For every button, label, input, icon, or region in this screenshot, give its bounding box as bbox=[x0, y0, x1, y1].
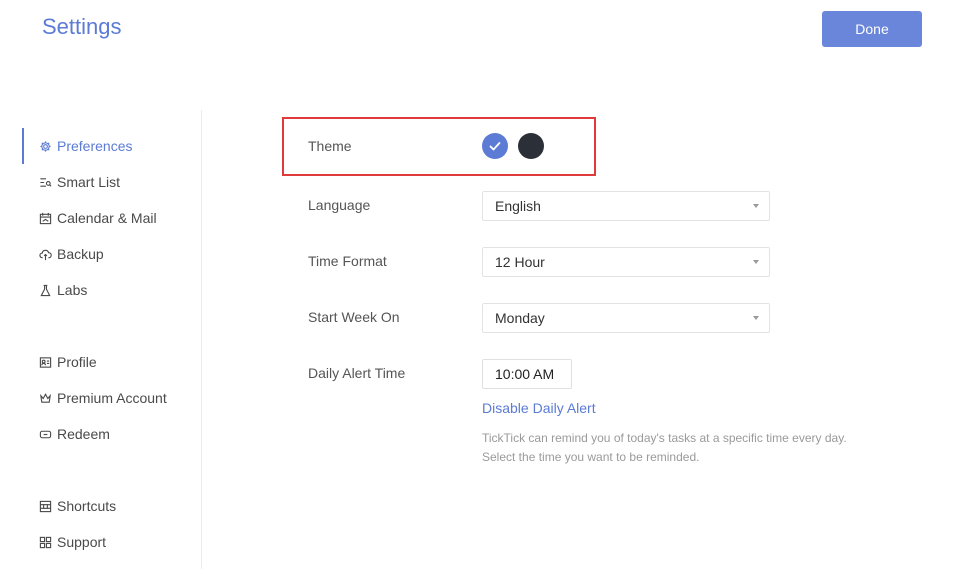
cloud-icon bbox=[38, 247, 52, 261]
sidebar-item-shortcuts[interactable]: Shortcuts bbox=[22, 488, 200, 524]
command-icon bbox=[38, 499, 52, 513]
disable-daily-alert-link[interactable]: Disable Daily Alert bbox=[482, 400, 596, 416]
sidebar-item-label: Profile bbox=[57, 354, 97, 370]
check-icon bbox=[489, 142, 501, 151]
daily-alert-hint: TickTick can remind you of today's tasks… bbox=[482, 431, 847, 464]
sidebar-item-label: Calendar & Mail bbox=[57, 210, 157, 226]
smart-list-icon bbox=[38, 175, 52, 189]
calendar-icon bbox=[38, 211, 52, 225]
sidebar-item-label: Preferences bbox=[57, 138, 133, 154]
daily-alert-label: Daily Alert Time bbox=[308, 365, 406, 381]
sidebar-item-label: Support bbox=[57, 534, 107, 550]
sidebar-item-preferences[interactable]: Preferences bbox=[22, 128, 200, 164]
language-label: Language bbox=[308, 197, 371, 213]
chevron-down-icon bbox=[753, 316, 759, 320]
sidebar-item-calendar-mail[interactable]: Calendar & Mail bbox=[22, 200, 200, 236]
sidebar-item-redeem[interactable]: Redeem bbox=[22, 416, 200, 452]
sidebar-item-label: Redeem bbox=[57, 426, 110, 442]
language-select[interactable]: English bbox=[482, 191, 770, 221]
sidebar-item-label: Labs bbox=[57, 282, 88, 298]
theme-swatch-dark[interactable] bbox=[518, 133, 544, 159]
theme-swatch-blue[interactable] bbox=[482, 133, 508, 159]
start-week-select[interactable]: Monday bbox=[482, 303, 770, 333]
crown-icon bbox=[38, 391, 52, 405]
sidebar-item-label: Smart List bbox=[57, 174, 121, 190]
ticket-icon bbox=[38, 427, 52, 441]
theme-label: Theme bbox=[308, 138, 352, 154]
sidebar-item-profile[interactable]: Profile bbox=[22, 344, 200, 380]
sidebar-item-backup[interactable]: Backup bbox=[22, 236, 200, 272]
sidebar-item-support[interactable]: Support bbox=[22, 524, 200, 560]
start-week-label: Start Week On bbox=[308, 309, 400, 325]
start-week-value: Monday bbox=[495, 310, 545, 326]
time-format-label: Time Format bbox=[308, 253, 387, 269]
time-format-value: 12 Hour bbox=[495, 254, 545, 270]
time-format-select[interactable]: 12 Hour bbox=[482, 247, 770, 277]
profile-card-icon bbox=[38, 355, 52, 369]
sidebar: Preferences Smart List Calendar & Mail B… bbox=[0, 110, 202, 569]
sidebar-item-label: Shortcuts bbox=[57, 498, 117, 514]
page-title: Settings bbox=[42, 14, 122, 39]
chevron-down-icon bbox=[753, 204, 759, 208]
daily-alert-time-input[interactable]: 10:00 AM bbox=[482, 359, 572, 389]
sidebar-item-premium-account[interactable]: Premium Account bbox=[22, 380, 200, 416]
sidebar-item-labs[interactable]: Labs bbox=[22, 272, 200, 308]
grid-icon bbox=[38, 535, 52, 549]
language-value: English bbox=[495, 198, 541, 214]
done-button[interactable]: Done bbox=[822, 11, 922, 47]
flask-icon bbox=[38, 283, 52, 297]
chevron-down-icon bbox=[753, 260, 759, 264]
sidebar-item-label: Premium Account bbox=[57, 390, 167, 406]
sidebar-item-label: Backup bbox=[57, 246, 104, 262]
gear-icon bbox=[38, 139, 52, 153]
sidebar-item-smart-list[interactable]: Smart List bbox=[22, 164, 200, 200]
